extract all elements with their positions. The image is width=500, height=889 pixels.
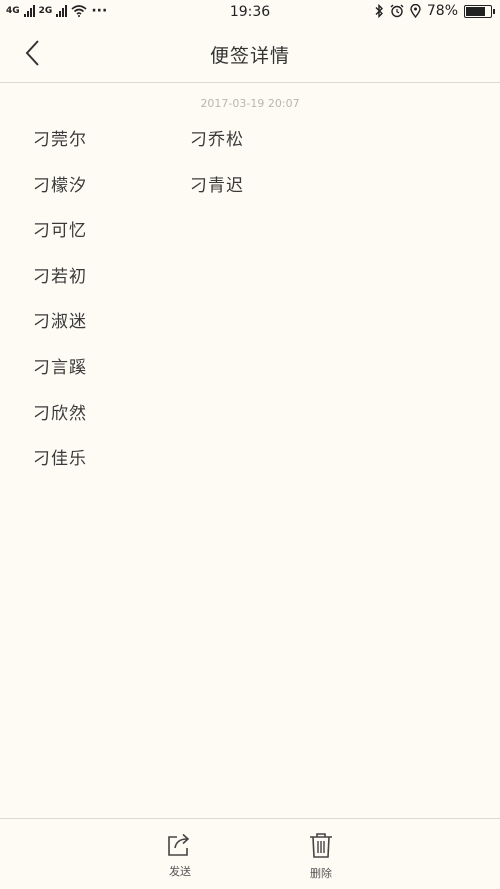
- trash-icon: [310, 833, 332, 858]
- note-line: 刁欣然: [33, 403, 87, 424]
- page-title: 便签详情: [209, 45, 290, 67]
- send-label: 发送: [169, 865, 191, 878]
- status-bar: 4G 2G ··· 19:36 78%: [0, 0, 500, 24]
- send-button[interactable]: 发送: [150, 831, 210, 879]
- note-line: 刁乔松: [190, 130, 244, 150]
- note-line: 刁莞尔: [33, 130, 87, 150]
- note-line: 刁淑迷: [33, 312, 87, 333]
- bottom-toolbar: 发送 删除: [0, 818, 500, 889]
- note-line: 刁若初: [33, 266, 87, 287]
- note-line: 刁可忆: [33, 221, 87, 242]
- alarm-icon: [390, 4, 404, 18]
- battery-percent: 78%: [426, 3, 458, 19]
- battery-level: [466, 6, 485, 16]
- status-right: 78%: [374, 3, 495, 19]
- note-line: 刁青迟: [190, 175, 244, 196]
- note-line: 刁佳乐: [33, 449, 87, 470]
- note-left-column: 刁莞尔 刁檬汐 刁可忆 刁若初 刁淑迷 刁言蹊 刁欣然 刁佳乐: [33, 125, 87, 490]
- note-right-column: 刁乔松 刁青迟: [190, 125, 244, 216]
- note-line: 刁言蹊: [33, 357, 87, 378]
- note-timestamp: 2017-03-19 20:07: [200, 97, 300, 110]
- bluetooth-icon: [375, 4, 383, 18]
- share-icon: [168, 833, 190, 856]
- delete-label: 删除: [310, 867, 332, 880]
- battery-icon: [464, 4, 495, 18]
- delete-button[interactable]: 删除: [291, 831, 351, 881]
- location-icon: [410, 4, 421, 18]
- navigation-bar: 便签详情: [0, 24, 500, 83]
- note-line: 刁檬汐: [33, 175, 87, 196]
